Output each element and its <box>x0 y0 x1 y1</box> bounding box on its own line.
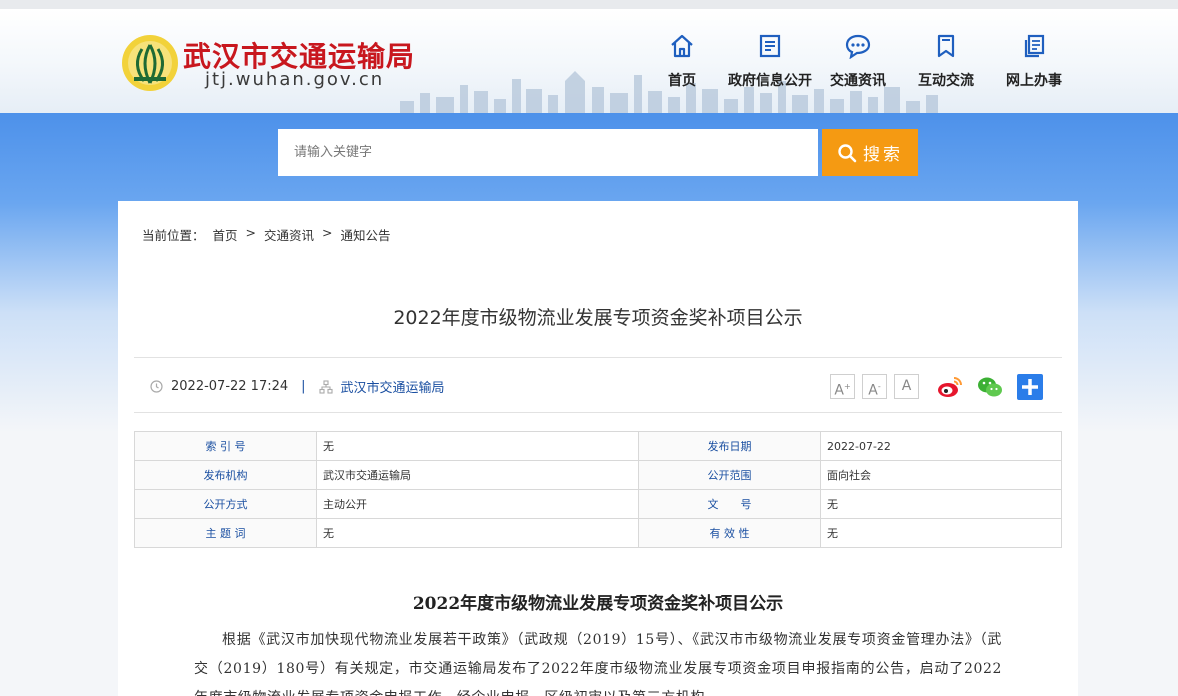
info-label: 公开方式 <box>134 489 317 519</box>
nav-item-home[interactable]: 首页 <box>632 29 732 99</box>
info-value: 2022-07-22 <box>820 431 1062 461</box>
info-value: 武汉市交通运输局 <box>316 460 639 490</box>
breadcrumb-news-link[interactable]: 交通资讯 <box>264 225 314 244</box>
info-value: 无 <box>316 518 639 548</box>
info-label: 发布机构 <box>134 460 317 490</box>
table-row: 主 题 词 无 有 效 性 无 <box>134 518 1062 548</box>
info-label: 文 号 <box>638 489 821 519</box>
nav-item-interaction[interactable]: 互动交流 <box>896 29 996 99</box>
nav-label: 交通资讯 <box>830 73 886 89</box>
wechat-icon[interactable] <box>976 373 1004 401</box>
nav-label: 政府信息公开 <box>728 73 812 89</box>
font-size-large-button[interactable]: A+ <box>830 374 855 399</box>
info-label: 有 效 性 <box>638 518 821 548</box>
document-list-icon <box>759 34 781 58</box>
bookmark-icon <box>937 34 955 58</box>
info-value: 无 <box>820 489 1062 519</box>
nav-label: 网上办事 <box>1006 73 1062 89</box>
copy-document-icon <box>1024 34 1045 58</box>
article-source: 武汉市交通运输局 <box>340 381 445 396</box>
site-url: jtj.wuhan.gov.cn <box>205 69 385 90</box>
meta-divider: | <box>301 379 306 394</box>
search-button-label: 搜索 <box>863 145 903 165</box>
article-title: 2022年度市级物流业发展专项资金奖补项目公示 <box>393 307 803 329</box>
search-input[interactable] <box>278 129 818 176</box>
info-label: 主 题 词 <box>134 518 317 548</box>
site-header: 武汉市交通运输局 jtj.wuhan.gov.cn 首页 政府信息公开 交通资讯… <box>0 9 1178 113</box>
table-row: 发布机构 武汉市交通运输局 公开范围 面向社会 <box>134 460 1062 490</box>
font-large-label: A <box>834 382 844 399</box>
chat-bubble-icon <box>845 34 871 59</box>
plus-share-icon[interactable] <box>1016 373 1044 401</box>
info-label: 公开范围 <box>638 460 821 490</box>
font-small-label: A <box>901 378 912 394</box>
nav-item-gov-info[interactable]: 政府信息公开 <box>720 29 820 99</box>
breadcrumb-separator: > <box>322 225 333 240</box>
article-paragraph: 根据《武汉市加快现代物流业发展若干政策》（武政规（2019）15号）、《武汉市市… <box>194 632 1002 696</box>
clock-icon <box>150 380 163 393</box>
home-icon <box>671 34 693 58</box>
weibo-icon[interactable] <box>936 373 964 401</box>
breadcrumb-home-link[interactable]: 首页 <box>213 225 238 244</box>
publish-datetime: 2022-07-22 17:24 <box>171 379 289 394</box>
breadcrumb: 当前位置： 首页 > 交通资讯 > 通知公告 <box>142 225 391 244</box>
nav-item-traffic-news[interactable]: 交通资讯 <box>808 29 908 99</box>
breadcrumb-notices-link[interactable]: 通知公告 <box>341 225 391 244</box>
site-logo-emblem <box>122 35 178 91</box>
info-label: 发布日期 <box>638 431 821 461</box>
info-value: 主动公开 <box>316 489 639 519</box>
nav-item-online-services[interactable]: 网上办事 <box>984 29 1084 99</box>
breadcrumb-separator: > <box>245 225 257 240</box>
info-value: 无 <box>820 518 1062 548</box>
nav-label: 互动交流 <box>918 73 974 89</box>
info-label: 索 引 号 <box>134 431 317 461</box>
info-value: 面向社会 <box>820 460 1062 490</box>
search-button[interactable]: 搜索 <box>822 129 918 176</box>
top-strip <box>0 0 1178 9</box>
table-row: 公开方式 主动公开 文 号 无 <box>134 489 1062 519</box>
article-body-title: 2022年度市级物流业发展专项资金奖补项目公示 <box>412 594 784 614</box>
article-meta-bar: 2022-07-22 17:24 | 武汉市交通运输局 A+ A- A <box>134 357 1062 413</box>
organization-icon <box>318 379 333 394</box>
info-value: 无 <box>316 431 639 461</box>
table-row: 索 引 号 无 发布日期 2022-07-22 <box>134 431 1062 461</box>
search-icon <box>838 143 857 162</box>
font-size-medium-button[interactable]: A- <box>862 374 887 399</box>
nav-label: 首页 <box>668 73 696 89</box>
article-panel: 当前位置： 首页 > 交通资讯 > 通知公告 2022年度市级物流业发展专项资金… <box>118 201 1078 696</box>
font-size-small-button[interactable]: A <box>894 374 919 399</box>
font-medium-label: A <box>868 382 878 399</box>
document-info-table: 索 引 号 无 发布日期 2022-07-22 发布机构 武汉市交通运输局 公开… <box>134 431 1062 548</box>
breadcrumb-prefix: 当前位置： <box>142 228 205 243</box>
